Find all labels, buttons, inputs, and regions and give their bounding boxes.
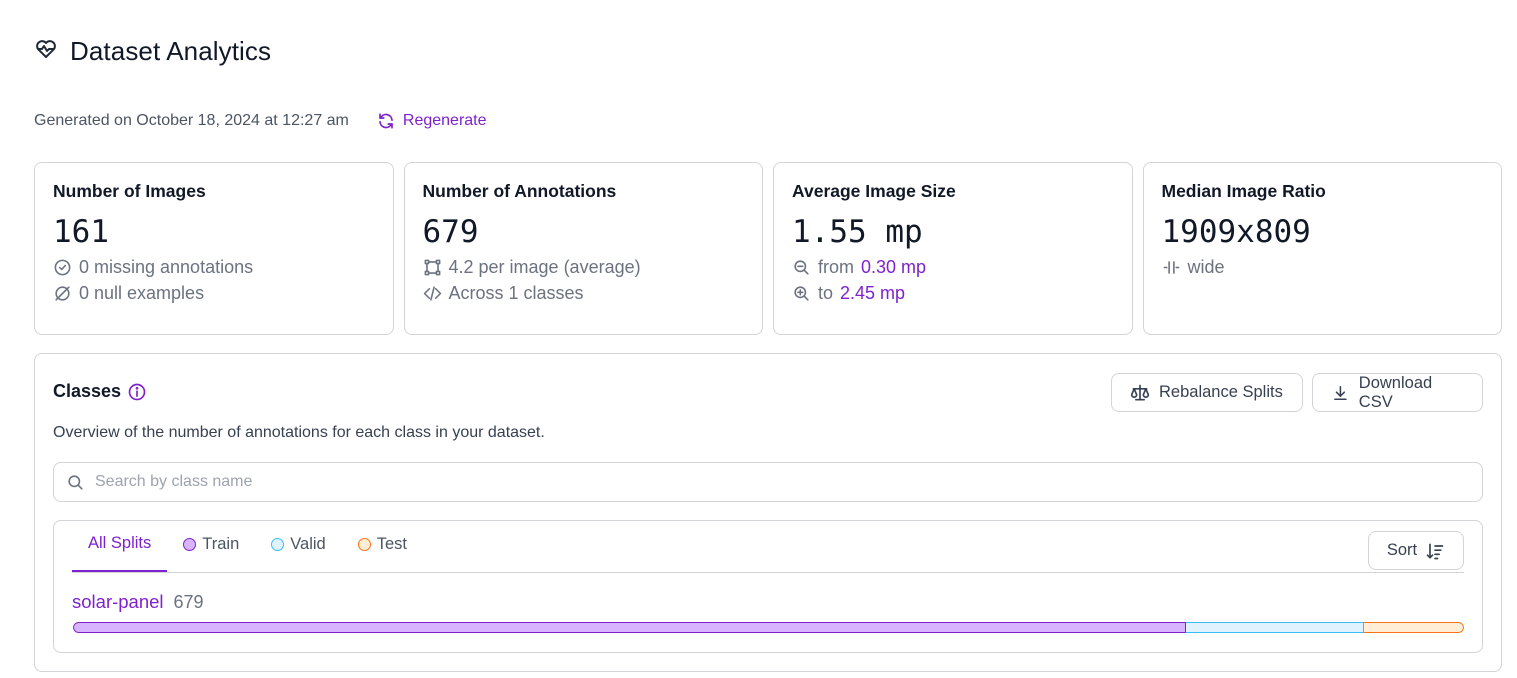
sort-button[interactable]: Sort [1368, 531, 1464, 570]
class-search-box[interactable] [53, 462, 1483, 502]
search-icon [68, 474, 83, 490]
stat-card-images: Number of Images 161 0 missing annotatio… [34, 162, 394, 335]
stat-line: 0 missing annotations [53, 257, 375, 279]
heart-pulse-icon [34, 37, 58, 66]
tab-test[interactable]: Test [342, 520, 423, 572]
test-dot-icon [357, 537, 371, 551]
rebalance-label: Rebalance Splits [1159, 383, 1283, 401]
download-icon [1334, 385, 1347, 400]
tab-all-splits[interactable]: All Splits [72, 520, 168, 572]
size-min-value: 0.30 mp [861, 257, 927, 278]
tab-label: All Splits [88, 533, 152, 552]
split-tabs: All Splits Train Valid Test [72, 521, 1464, 573]
page-header: Dataset Analytics [34, 36, 271, 67]
stat-line-text: 0 null examples [79, 282, 205, 303]
stat-line: 0 null examples [53, 283, 375, 305]
classes-panel: Classes Overview of the number of annota… [34, 353, 1502, 672]
rebalance-splits-button[interactable]: Rebalance Splits [1111, 373, 1303, 412]
tab-label: Test [376, 534, 407, 553]
stat-card-image-ratio: Median Image Ratio 1909x809 wide [1142, 162, 1502, 335]
stat-line-text: wide [1187, 257, 1225, 278]
stat-title: Number of Images [53, 181, 206, 201]
stat-card-annotations: Number of Annotations 679 4.2 per image … [403, 162, 763, 335]
code-icon [423, 286, 441, 301]
class-count: 679 [173, 592, 204, 612]
page-title: Dataset Analytics [70, 36, 272, 66]
class-row[interactable]: solar-panel 679 [72, 591, 204, 613]
stat-title: Average Image Size [792, 181, 956, 201]
stat-line: from 0.30 mp [792, 257, 1114, 279]
sort-descending-icon [1426, 543, 1444, 559]
size-from-label: from [818, 257, 854, 278]
null-icon [55, 286, 70, 301]
download-label: Download CSV [1358, 373, 1433, 411]
generated-text: Generated on October 18, 2024 at 12:27 a… [34, 112, 349, 129]
class-search-input[interactable] [95, 473, 1455, 491]
stat-line: wide [1162, 257, 1484, 279]
stat-value: 679 [422, 214, 479, 250]
stats-row: Number of Images 161 0 missing annotatio… [34, 162, 1502, 335]
generated-row: Generated on October 18, 2024 at 12:27 a… [34, 112, 487, 130]
regenerate-label: Regenerate [402, 112, 487, 129]
train-dot-icon [183, 537, 197, 551]
tab-label: Valid [290, 534, 326, 553]
info-icon[interactable] [127, 382, 147, 402]
zoom-out-icon [794, 260, 809, 276]
stat-line-text: 0 missing annotations [79, 257, 254, 278]
regenerate-link[interactable]: Regenerate [377, 112, 487, 130]
tab-valid[interactable]: Valid [255, 520, 341, 572]
split-distribution-bar [73, 622, 1464, 633]
download-csv-button[interactable]: Download CSV [1312, 373, 1483, 412]
stat-title: Number of Annotations [422, 181, 617, 201]
stat-line: Across 1 classes [423, 283, 745, 305]
stat-line-text: 4.2 per image (average) [448, 257, 641, 278]
tab-label: Train [202, 534, 240, 553]
check-circle-icon [54, 259, 71, 276]
split-bar-valid [1185, 622, 1364, 633]
valid-dot-icon [271, 537, 285, 551]
size-max-value: 2.45 mp [840, 282, 906, 303]
refresh-icon [379, 113, 393, 129]
stat-value: 1909x809 [1161, 214, 1311, 250]
classes-heading: Classes [53, 381, 147, 402]
stat-line: 4.2 per image (average) [423, 257, 745, 279]
sort-label: Sort [1386, 541, 1418, 559]
classes-description: Overview of the number of annotations fo… [53, 424, 545, 441]
zoom-in-icon [794, 286, 809, 301]
stat-card-image-size: Average Image Size 1.55 mp from 0.30 mp … [773, 162, 1133, 335]
scale-icon [1130, 384, 1150, 400]
classes-title: Classes [53, 381, 122, 401]
stat-value: 1.55 mp [792, 214, 923, 250]
class-distribution-panel: All Splits Train Valid Test Sort solar-p… [53, 520, 1483, 653]
stat-value: 161 [53, 214, 109, 250]
size-to-label: to [818, 282, 834, 303]
stat-title: Median Image Ratio [1161, 181, 1326, 201]
stat-line: to 2.45 mp [792, 283, 1114, 305]
stat-line-text: Across 1 classes [448, 282, 584, 303]
class-name[interactable]: solar-panel [72, 591, 164, 613]
split-bar-test [1363, 622, 1464, 633]
compress-horizontal-icon [1163, 261, 1179, 275]
split-bar-train [73, 622, 1186, 633]
bounding-box-icon [424, 259, 440, 276]
tab-train[interactable]: Train [167, 520, 255, 572]
